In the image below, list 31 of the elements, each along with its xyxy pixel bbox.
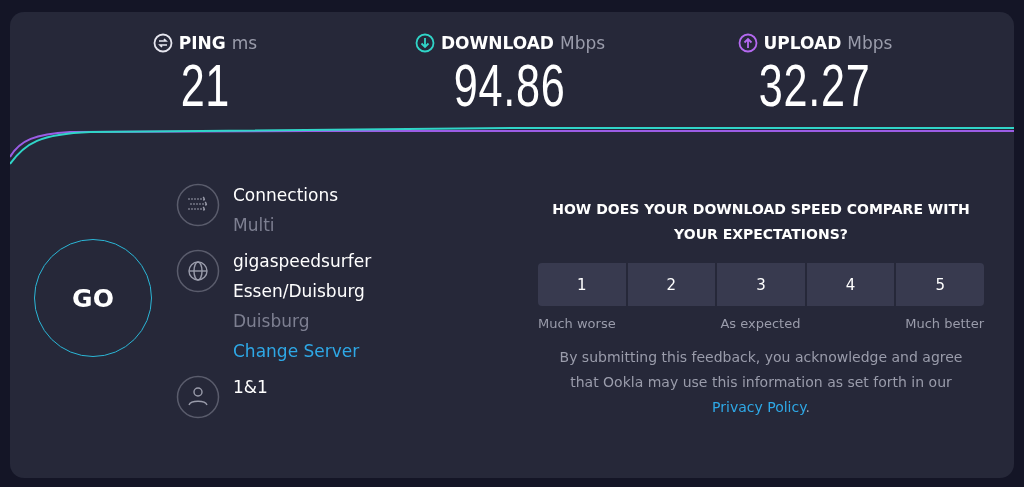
metric-unit: Mbps	[847, 33, 893, 53]
metric-value: 21	[180, 55, 230, 117]
rating-button[interactable]: 5	[896, 263, 984, 306]
metric-label: UPLOAD	[763, 33, 842, 53]
change-server-link[interactable]: Change Server	[233, 339, 372, 363]
scale-label: Much better	[905, 316, 984, 331]
scale-label: Much worse	[538, 316, 616, 331]
info-value: Essen/Duisburg	[233, 280, 366, 303]
info-detail: Duisburg	[233, 310, 311, 333]
scale-label: As expected	[720, 316, 801, 331]
ping-icon	[152, 33, 173, 53]
info-value: gigaspeedsurfer	[233, 250, 372, 273]
info-value: 1&1	[233, 376, 268, 399]
connections-icon	[176, 183, 220, 227]
metric-value: 32.27	[759, 55, 871, 117]
metric-unit: Mbps	[559, 33, 606, 53]
privacy-policy-link[interactable]: Privacy Policy	[712, 399, 806, 415]
feedback-question: HOW DOES YOUR DOWNLOAD SPEED COMPARE WITH YOUR EXPECTATIONS?	[551, 200, 971, 244]
rating-button[interactable]: 4	[806, 263, 895, 306]
person-icon	[176, 375, 220, 419]
metric-label: PING	[178, 33, 226, 53]
rating-button[interactable]: 1	[538, 263, 626, 306]
rating-button[interactable]: 2	[627, 263, 716, 306]
metric-unit: ms	[231, 33, 258, 53]
info-detail: Multi	[233, 214, 276, 237]
globe-icon	[176, 249, 220, 293]
metric-value: 94.86	[454, 55, 566, 117]
info-value: Connections	[233, 184, 339, 207]
disclaimer-text: By submitting this feedback, you acknowledge and agree that Ookla may use this information as set forth in our Privacy Policy.	[558, 348, 964, 417]
rating-button[interactable]: 3	[717, 263, 805, 306]
metric-label: DOWNLOAD	[440, 33, 554, 53]
